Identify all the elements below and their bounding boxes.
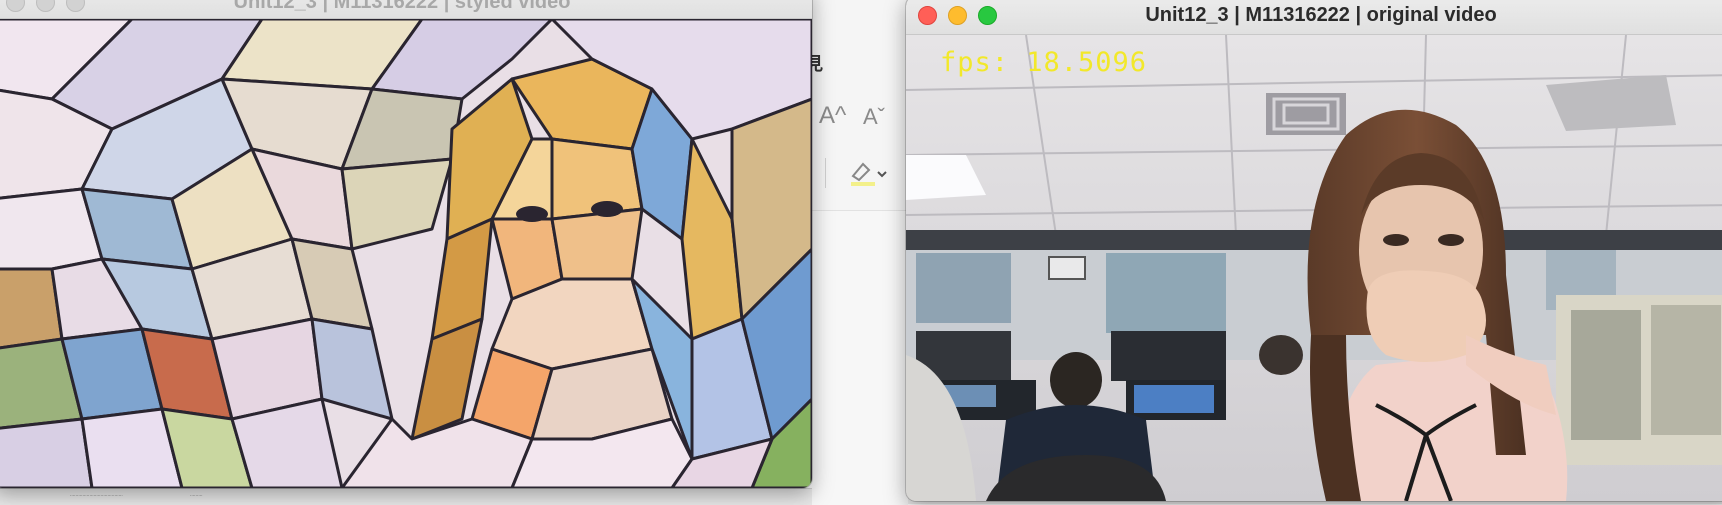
original-video-frame: fps: 18.5096: [906, 35, 1722, 501]
original-window-titlebar[interactable]: Unit12_3 | M11316222 | original video: [906, 0, 1722, 35]
original-video-window[interactable]: Unit12_3 | M11316222 | original video fp…: [906, 0, 1722, 501]
window-title: Unit12_3 | M11316222 | styled video: [233, 0, 571, 13]
background-spreadsheet: ...................................... .…: [0, 488, 812, 505]
font-increase-button[interactable]: A^: [819, 102, 846, 130]
styled-video-frame: [0, 19, 812, 488]
toolbar-separator: [825, 158, 826, 188]
document-page: [805, 210, 908, 505]
styled-window-titlebar[interactable]: Unit12_3 | M11316222 | styled video: [0, 0, 812, 19]
fps-overlay-text: fps: 18.5096: [940, 47, 1148, 78]
window-title: Unit12_3 | M11316222 | original video: [1145, 4, 1497, 26]
styled-video-window[interactable]: Unit12_3 | M11316222 | styled video: [0, 0, 812, 488]
font-decrease-button[interactable]: Aˇ: [863, 104, 885, 130]
webcam-video-image: [906, 35, 1722, 501]
stained-glass-video-image: [0, 19, 812, 488]
highlighter-icon[interactable]: [847, 156, 887, 190]
background-document-app: 見 A^ Aˇ: [805, 0, 908, 505]
